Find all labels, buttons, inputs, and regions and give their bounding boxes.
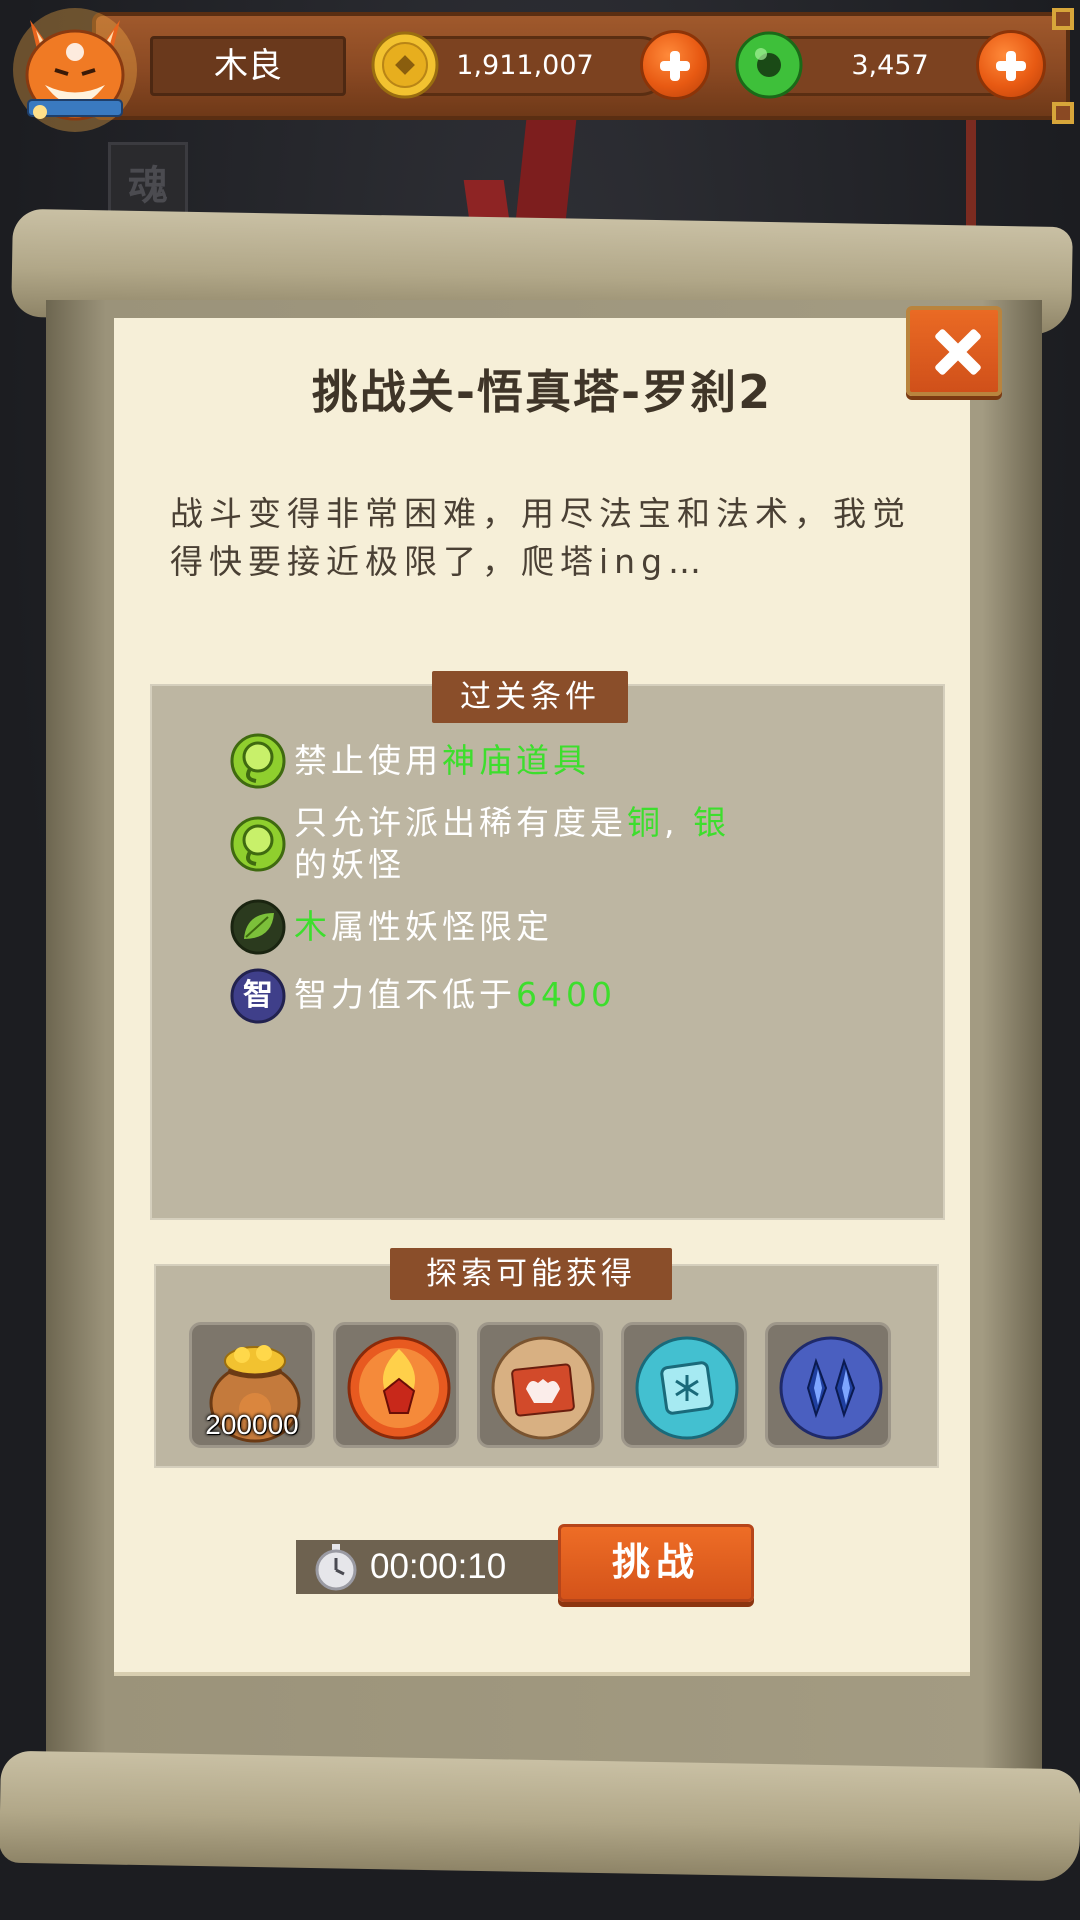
condition-text: 禁止使用 — [294, 741, 442, 780]
reward-slot-strength-card[interactable] — [477, 1322, 603, 1448]
magatama-icon — [230, 733, 286, 789]
intellect-icon: 智 — [230, 968, 286, 1024]
magatama-icon — [230, 816, 286, 872]
fire-gem-icon — [347, 1336, 451, 1440]
reward-slot-coin-bag[interactable]: 200000 — [189, 1322, 315, 1448]
hud-corner-ornament — [1052, 8, 1074, 30]
condition-highlight: 银 — [692, 803, 730, 842]
scroll-bottom-rod — [0, 1750, 1080, 1882]
condition-text: 只允许派出稀有度是 — [294, 803, 627, 842]
dialog-title: 挑战关-悟真塔-罗刹2 — [311, 365, 773, 419]
condition-item: 只允许派出稀有度是铜, 银的妖怪 — [294, 802, 814, 886]
jade-ring-icon — [734, 30, 804, 100]
add-coins-button[interactable] — [640, 30, 710, 100]
condition-text: 的妖怪 — [294, 845, 405, 884]
condition-item: 禁止使用神庙道具 — [294, 740, 914, 782]
player-avatar-fox-icon[interactable] — [0, 0, 150, 140]
condition-item: 木属性妖怪限定 — [294, 906, 914, 948]
condition-separator: , — [664, 803, 693, 842]
add-jade-button[interactable] — [976, 30, 1046, 100]
gold-coin-icon — [370, 30, 440, 100]
ice-cube-icon — [635, 1336, 739, 1440]
dialog-description: 战斗变得非常困难，用尽法宝和法术，我觉得快要接近极限了，爬塔ing… — [170, 494, 911, 581]
conditions-header: 过关条件 — [432, 671, 628, 723]
stopwatch-icon — [314, 1542, 358, 1592]
condition-highlight: 6400 — [516, 975, 616, 1014]
countdown-timer: 00:00:10 — [370, 1547, 507, 1586]
reward-slot-ice-cube[interactable] — [621, 1322, 747, 1448]
strength-card-icon — [491, 1336, 595, 1440]
condition-text: 属性妖怪限定 — [331, 907, 553, 946]
reward-slot-blue-crystal[interactable] — [765, 1322, 891, 1448]
condition-highlight: 木 — [294, 907, 331, 946]
condition-highlight: 铜 — [627, 803, 664, 842]
condition-item: 智力值不低于6400 — [294, 974, 914, 1016]
leaf-icon — [230, 899, 286, 955]
reward-slot-fire-gem[interactable] — [333, 1322, 459, 1448]
rewards-header: 探索可能获得 — [390, 1248, 672, 1300]
condition-highlight: 神庙道具 — [442, 741, 590, 780]
reward-quantity: 200000 — [205, 1409, 299, 1440]
intellect-icon-char: 智 — [243, 978, 273, 1013]
player-name: 木良 — [150, 36, 346, 96]
blue-crystal-icon — [779, 1336, 883, 1440]
challenge-button[interactable]: 挑战 — [558, 1524, 754, 1602]
condition-text: 智力值不低于 — [294, 975, 516, 1014]
hud-corner-ornament — [1052, 102, 1074, 124]
